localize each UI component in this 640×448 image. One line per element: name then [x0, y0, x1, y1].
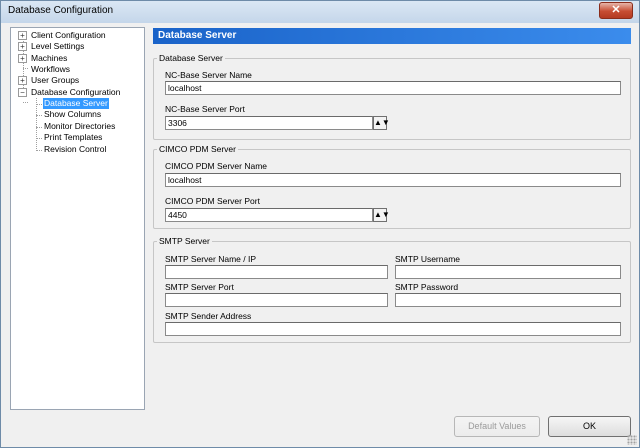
smtp-server-port-label: SMTP Server Port — [165, 282, 234, 292]
ncbase-server-name-label: NC-Base Server Name — [165, 70, 252, 80]
pdm-server-port-label: CIMCO PDM Server Port — [165, 196, 260, 206]
tree-connector — [36, 104, 42, 105]
group-title: Database Server — [157, 53, 225, 64]
ncbase-server-port-input[interactable]: 3306 — [165, 116, 373, 130]
window-title: Database Configuration — [8, 5, 114, 16]
smtp-server-group: SMTP Server SMTP Server Name / IP SMTP U… — [153, 236, 631, 343]
expand-icon[interactable]: + — [18, 42, 27, 51]
spin-updown-icon[interactable]: ▲▼ — [373, 116, 390, 130]
pdm-server-name-label: CIMCO PDM Server Name — [165, 161, 268, 171]
tree-connector — [36, 127, 42, 128]
pdm-server-name-input[interactable]: localhost — [165, 173, 621, 187]
tree-item-label: Workflows — [31, 64, 71, 74]
group-title: SMTP Server — [157, 236, 212, 247]
tree-connector — [36, 138, 42, 139]
tree-item-label: Client Configuration — [31, 30, 106, 40]
tree-item-label: Database Server — [43, 98, 109, 109]
tree-item-label: Level Settings — [31, 41, 85, 51]
tree-item-label: Machines — [31, 53, 68, 63]
group-title: CIMCO PDM Server — [157, 144, 238, 155]
smtp-server-name-label: SMTP Server Name / IP — [165, 254, 257, 264]
smtp-sender-address-input[interactable] — [165, 322, 621, 336]
tree-item-label: Revision Control — [44, 144, 107, 154]
smtp-username-label: SMTP Username — [395, 254, 461, 264]
collapse-icon[interactable]: − — [18, 88, 27, 97]
ncbase-server-port-label: NC-Base Server Port — [165, 104, 245, 114]
spin-updown-icon[interactable]: ▲▼ — [373, 208, 390, 222]
config-tree[interactable]: + Client Configuration + Level Settings … — [10, 27, 145, 410]
panel-title: Database Server — [153, 28, 631, 44]
tree-item-label: Monitor Directories — [44, 121, 116, 131]
tree-connector — [36, 150, 42, 151]
expand-icon[interactable]: + — [18, 54, 27, 63]
database-configuration-window: Database Configuration ✕ + Client Config… — [0, 0, 640, 448]
cimco-pdm-server-group: CIMCO PDM Server CIMCO PDM Server Name l… — [153, 144, 631, 229]
tree-connector — [23, 102, 28, 103]
database-server-group: Database Server NC-Base Server Name loca… — [153, 53, 631, 140]
tree-item-label: Database Configuration — [31, 87, 121, 97]
tree-item-label: User Groups — [31, 75, 80, 85]
title-bar[interactable]: Database Configuration ✕ — [1, 1, 639, 23]
tree-connector — [23, 68, 28, 69]
close-button[interactable]: ✕ — [599, 2, 633, 19]
tree-item-label: Print Templates — [44, 132, 103, 142]
resize-grip-icon[interactable] — [627, 435, 637, 445]
smtp-password-input[interactable] — [395, 293, 621, 307]
expand-icon[interactable]: + — [18, 31, 27, 40]
smtp-sender-address-label: SMTP Sender Address — [165, 311, 252, 321]
default-values-button[interactable]: Default Values — [454, 416, 540, 437]
ok-button[interactable]: OK — [548, 416, 631, 437]
tree-connector — [36, 98, 37, 151]
expand-icon[interactable]: + — [18, 76, 27, 85]
smtp-server-port-input[interactable] — [165, 293, 388, 307]
tree-item-label: Show Columns — [44, 109, 102, 119]
tree-connector — [36, 115, 42, 116]
smtp-password-label: SMTP Password — [395, 282, 459, 292]
smtp-username-input[interactable] — [395, 265, 621, 279]
pdm-server-port-input[interactable]: 4450 — [165, 208, 373, 222]
smtp-server-name-input[interactable] — [165, 265, 388, 279]
ncbase-server-name-input[interactable]: localhost — [165, 81, 621, 95]
